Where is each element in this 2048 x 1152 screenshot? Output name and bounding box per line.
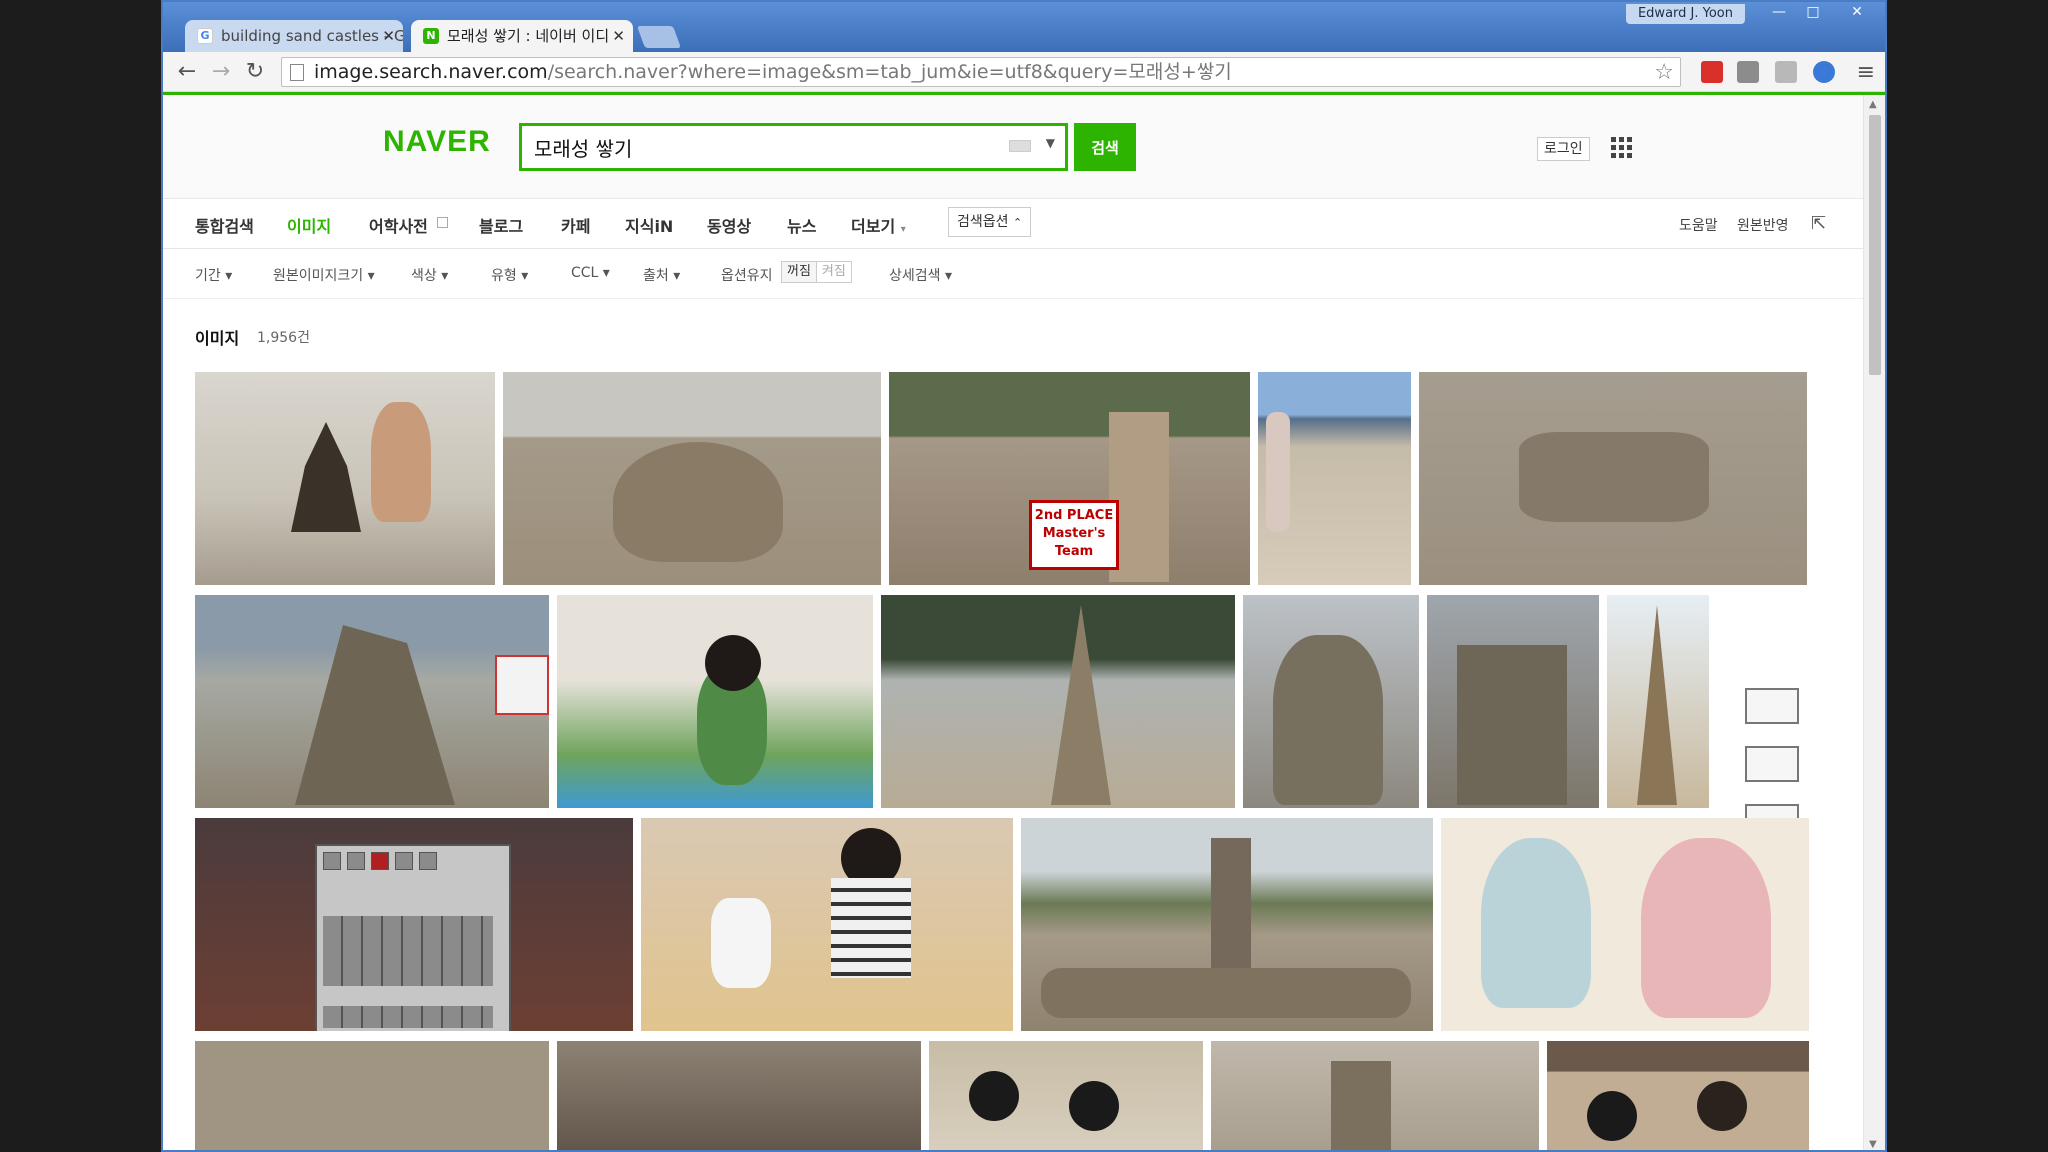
filter-bar: 기간 ▾ 원본이미지크기 ▾ 색상 ▾ 유형 ▾ CCL ▾ 출처 ▾ 옵션유지…	[163, 249, 1863, 299]
image-result[interactable]: 2nd PLACE Master's Team	[889, 372, 1250, 585]
url-text[interactable]: image.search.naver.com/search.naver?wher…	[314, 58, 1232, 86]
image-result[interactable]	[195, 818, 633, 1031]
page-icon	[290, 64, 304, 81]
extension-globe-icon[interactable]	[1813, 61, 1835, 83]
results-title: 이미지	[195, 329, 240, 348]
search-header: NAVER ▼ 검색 로그인	[163, 95, 1863, 199]
results-count: 1,956건	[257, 330, 310, 346]
tab-integrated[interactable]: 통합검색	[195, 213, 254, 237]
toggle-on[interactable]: 켜짐	[817, 262, 851, 282]
feedback-link[interactable]: 원본반영	[1737, 215, 1789, 235]
new-tab-button[interactable]	[636, 26, 682, 48]
filter-source[interactable]: 출처 ▾	[643, 265, 680, 285]
sign-badge: 2nd PLACE Master's Team	[1029, 500, 1119, 570]
image-result[interactable]	[881, 595, 1235, 808]
filter-ccl[interactable]: CCL ▾	[571, 265, 610, 281]
back-button[interactable]: ←	[173, 58, 201, 86]
naver-logo[interactable]: NAVER	[383, 125, 491, 159]
tab-blog[interactable]: 블로그	[479, 213, 523, 237]
close-window-button[interactable]: ✕	[1841, 2, 1873, 22]
option-keep-toggle[interactable]: 꺼짐 켜짐	[781, 261, 852, 283]
search-box[interactable]: ▼	[519, 123, 1068, 171]
image-result[interactable]	[1607, 595, 1709, 808]
scroll-up-icon[interactable]: ▲	[1869, 99, 1877, 110]
keyboard-icon[interactable]	[1009, 140, 1031, 152]
image-result[interactable]	[557, 1041, 921, 1150]
image-result[interactable]	[195, 595, 549, 808]
filter-period[interactable]: 기간 ▾	[195, 265, 232, 285]
search-options-button[interactable]: 검색옵션 ⌃	[948, 207, 1032, 237]
title-bar: Edward J. Yoon — □ ✕ G building sand cas…	[163, 2, 1885, 52]
extension-chart-icon[interactable]	[1737, 61, 1759, 83]
autocomplete-toggle-icon[interactable]: ▼	[1046, 136, 1055, 150]
image-result[interactable]	[503, 372, 881, 585]
tab-title: building sand castles - G	[221, 27, 403, 45]
image-result[interactable]	[1427, 595, 1599, 808]
naver-icon: N	[423, 28, 439, 44]
apps-grid-icon[interactable]	[1611, 137, 1633, 159]
page-scrollbar[interactable]: ▲ ▼	[1863, 95, 1885, 1150]
search-button[interactable]: 검색	[1074, 123, 1136, 171]
image-result[interactable]	[1211, 1041, 1539, 1150]
bookmark-star-icon[interactable]: ☆	[1654, 60, 1674, 85]
tab-google[interactable]: G building sand castles - G ✕	[185, 20, 403, 52]
forward-button[interactable]: →	[207, 58, 235, 86]
tab-naver[interactable]: N 모래성 쌓기 : 네이버 이디 ✕	[411, 20, 633, 52]
toggle-off[interactable]: 꺼짐	[782, 262, 817, 282]
vertical-tabs: 통합검색 이미지 어학사전 블로그 카페 지식iN 동영상 뉴스 더보기 ▾ 검…	[163, 199, 1863, 249]
image-result[interactable]	[195, 1041, 549, 1150]
tab-title: 모래성 쌓기 : 네이버 이디	[447, 27, 610, 45]
image-result[interactable]	[1441, 818, 1809, 1031]
browser-toolbar: ← → ↻ image.search.naver.com/search.nave…	[163, 52, 1885, 92]
tab-video[interactable]: 동영상	[707, 213, 751, 237]
tab-news[interactable]: 뉴스	[787, 213, 816, 237]
tab-dictionary[interactable]: 어학사전	[369, 213, 428, 237]
tab-cafe[interactable]: 카페	[561, 213, 590, 237]
tab-images[interactable]: 이미지	[287, 213, 331, 237]
help-link[interactable]: 도움말	[1679, 215, 1718, 235]
image-result[interactable]	[1258, 372, 1411, 585]
image-result[interactable]	[195, 372, 495, 585]
chrome-menu-icon[interactable]: ≡	[1857, 60, 1875, 85]
profile-name[interactable]: Edward J. Yoon	[1625, 4, 1745, 24]
image-result[interactable]	[1243, 595, 1419, 808]
close-tab-icon[interactable]: ✕	[382, 20, 395, 52]
login-button[interactable]: 로그인	[1537, 137, 1590, 161]
inventory-panel	[315, 844, 511, 1031]
search-input[interactable]	[534, 132, 994, 162]
advanced-search[interactable]: 상세검색 ▾	[889, 265, 952, 285]
extension-download-icon[interactable]	[1775, 61, 1797, 83]
option-keep-label: 옵션유지	[721, 268, 773, 284]
image-result[interactable]	[929, 1041, 1203, 1150]
filter-size[interactable]: 원본이미지크기 ▾	[273, 265, 375, 285]
image-result[interactable]	[557, 595, 873, 808]
external-icon	[437, 217, 448, 228]
filter-type[interactable]: 유형 ▾	[491, 265, 528, 285]
scrollbar-thumb[interactable]	[1869, 115, 1881, 375]
image-result[interactable]	[1547, 1041, 1809, 1150]
share-icon[interactable]: ⇱	[1811, 213, 1826, 234]
reload-button[interactable]: ↻	[241, 58, 269, 86]
image-result[interactable]	[641, 818, 1013, 1031]
tab-more[interactable]: 더보기 ▾	[851, 213, 906, 237]
tab-kin[interactable]: 지식iN	[625, 213, 673, 237]
filter-color[interactable]: 색상 ▾	[411, 265, 448, 285]
naver-page: NAVER ▼ 검색 로그인 통합검색 이미지 어학사전 블로그 카페 지식iN…	[163, 95, 1863, 1150]
browser-window: Edward J. Yoon — □ ✕ G building sand cas…	[161, 0, 1887, 1152]
image-result[interactable]	[1419, 372, 1807, 585]
maximize-button[interactable]: □	[1797, 2, 1829, 22]
google-icon: G	[197, 28, 213, 44]
extension-bookmark-icon[interactable]	[1701, 61, 1723, 83]
image-result[interactable]	[1021, 818, 1433, 1031]
minimize-button[interactable]: —	[1763, 2, 1795, 22]
scroll-down-icon[interactable]: ▼	[1869, 1139, 1877, 1150]
address-bar[interactable]: image.search.naver.com/search.naver?wher…	[281, 57, 1681, 87]
close-tab-icon[interactable]: ✕	[612, 20, 625, 52]
